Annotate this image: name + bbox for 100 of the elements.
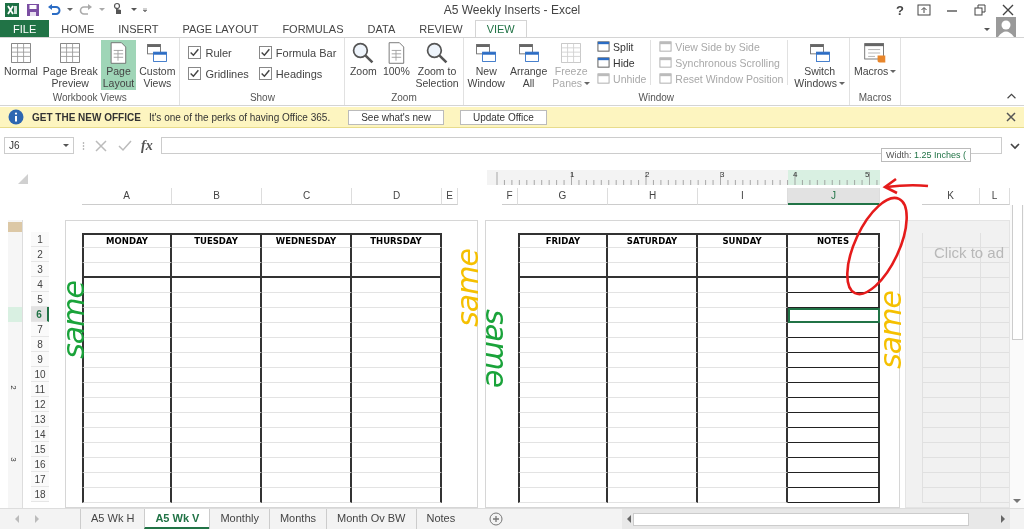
checkbox[interactable]: Formula Bar <box>258 46 337 59</box>
ribbon-button[interactable]: Normal <box>2 40 40 78</box>
scroll-down-icon[interactable] <box>1013 499 1021 504</box>
column-header[interactable]: C <box>262 188 352 205</box>
ruler-number: 3 <box>8 457 18 462</box>
row-header[interactable]: 6 <box>31 307 49 322</box>
row-header[interactable]: 2 <box>31 247 49 262</box>
caret-icon <box>63 143 69 148</box>
checkbox[interactable]: Headings <box>258 67 337 80</box>
column-header[interactable]: G <box>518 188 608 205</box>
ribbon-button[interactable]: Page Break Preview <box>40 40 100 90</box>
ribbon-tab[interactable]: REVIEW <box>407 20 475 37</box>
sheet-tab[interactable]: A5 Wk V <box>144 509 210 529</box>
sheet-tab[interactable]: Month Ov BW <box>326 509 416 529</box>
name-box[interactable]: J6 <box>4 137 74 154</box>
row-header[interactable]: 3 <box>31 262 49 277</box>
row-header[interactable]: 15 <box>31 442 49 457</box>
ribbon-button[interactable]: Switch Windows <box>792 40 847 90</box>
caret-icon[interactable] <box>67 8 73 12</box>
close-icon[interactable] <box>1000 2 1016 18</box>
ribbon-button[interactable]: Hide <box>597 56 647 69</box>
ribbon-button[interactable]: Zoom <box>347 40 380 78</box>
ribbon-button[interactable]: 100% <box>380 40 413 78</box>
ribbon-tab[interactable]: FORMULAS <box>270 20 356 37</box>
scrollbar-thumb[interactable] <box>633 512 969 526</box>
column-header[interactable]: J <box>788 188 880 205</box>
row-header[interactable]: 13 <box>31 412 49 427</box>
checkbox[interactable]: Gridlines <box>188 67 249 80</box>
ribbon-button[interactable]: Custom Views <box>137 40 178 90</box>
column-header[interactable]: B <box>172 188 262 205</box>
restore-icon[interactable] <box>972 2 988 18</box>
scroll-right-icon[interactable] <box>1001 515 1006 523</box>
column-header[interactable]: E <box>442 188 458 205</box>
ribbon-tab[interactable]: INSERT <box>106 20 171 37</box>
column-header[interactable]: K <box>922 188 980 205</box>
sheet-tab[interactable]: Notes <box>415 509 466 529</box>
ribbon-button[interactable]: Arrange All <box>507 40 550 90</box>
checkmark-icon <box>259 47 271 58</box>
help-button[interactable]: ? <box>896 2 904 18</box>
row-header[interactable]: 5 <box>31 292 49 307</box>
expand-icon[interactable] <box>1010 140 1020 151</box>
ruler-number: 2 <box>8 385 18 390</box>
row-header[interactable]: 4 <box>31 277 49 292</box>
sheet-tab[interactable]: Months <box>268 509 327 529</box>
ribbon-tab[interactable]: VIEW <box>474 20 527 37</box>
ribbon-button[interactable]: New Window <box>465 40 507 90</box>
caret-icon[interactable] <box>131 8 137 12</box>
checkbox[interactable]: Ruler <box>188 46 249 59</box>
row-header[interactable]: 12 <box>31 397 49 412</box>
scroll-left-icon[interactable] <box>626 515 631 523</box>
file-tab[interactable]: FILE <box>0 20 50 37</box>
column-header[interactable]: H <box>608 188 698 205</box>
row-header[interactable]: 10 <box>31 367 49 382</box>
group-label: Workbook Views <box>51 92 128 105</box>
collapse-icon[interactable] <box>1007 93 1016 99</box>
row-header[interactable]: 9 <box>31 352 49 367</box>
row-header[interactable]: 11 <box>31 382 49 397</box>
row-header[interactable]: 16 <box>31 457 49 472</box>
ribbon-tab[interactable]: PAGE LAYOUT <box>170 20 271 37</box>
scrollbar-thumb[interactable] <box>1011 205 1023 340</box>
checkbox-box[interactable] <box>258 67 272 80</box>
ribbon-tab[interactable]: DATA <box>355 20 408 37</box>
undo-icon[interactable] <box>46 2 62 18</box>
caret-icon[interactable] <box>984 28 990 32</box>
row-header[interactable]: 18 <box>31 487 49 502</box>
message-button[interactable]: Update Office <box>459 109 547 125</box>
close-icon[interactable] <box>1006 112 1016 122</box>
ribbon-tab[interactable]: HOME <box>49 20 107 37</box>
checkbox-box[interactable] <box>188 46 202 59</box>
ribbon-button[interactable]: Split <box>597 40 647 53</box>
ribbon-button[interactable]: Page Layout <box>100 40 137 90</box>
row-header[interactable]: 1 <box>31 232 49 247</box>
ribbon-button[interactable]: Zoom to Selection <box>413 40 461 90</box>
row-header[interactable]: 17 <box>31 472 49 487</box>
row-header[interactable]: 8 <box>31 337 49 352</box>
row-header[interactable]: 7 <box>31 322 49 337</box>
ribbon-button[interactable]: Macros <box>851 40 899 78</box>
checkmark-icon <box>189 47 201 58</box>
customize-icon[interactable] <box>142 8 148 12</box>
window-icon <box>659 72 673 85</box>
ribbon-display-icon[interactable] <box>916 2 932 18</box>
column-header[interactable]: D <box>352 188 442 205</box>
sheet-tab[interactable]: Monthly <box>209 509 269 529</box>
row-header[interactable]: 14 <box>31 427 49 442</box>
checkbox-box[interactable] <box>188 67 202 80</box>
checkbox-box[interactable] <box>258 46 272 59</box>
group-label: Macros <box>857 92 893 105</box>
column-header[interactable]: F <box>502 188 518 205</box>
column-header[interactable]: I <box>698 188 788 205</box>
magnifier-icon <box>424 41 449 65</box>
add-sheet-icon[interactable] <box>489 512 504 526</box>
column-header[interactable]: A <box>82 188 172 205</box>
column-header[interactable]: L <box>980 188 1010 205</box>
column-heading: THURSDAY <box>352 233 442 248</box>
insert-function-button[interactable]: fx <box>141 137 153 154</box>
cell-selection[interactable] <box>788 308 880 323</box>
ruler-number: 2 <box>645 170 650 179</box>
save-icon[interactable] <box>25 2 41 18</box>
checkmark-icon <box>259 68 271 79</box>
message-button[interactable]: See what's new <box>348 109 444 125</box>
